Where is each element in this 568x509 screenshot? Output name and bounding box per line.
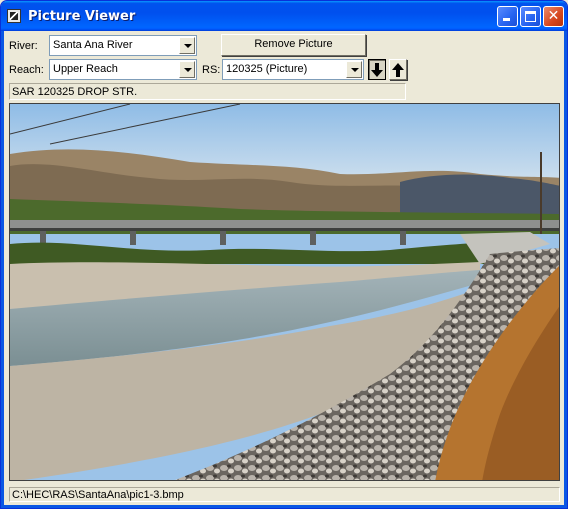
rs-select-value: 120325 (Picture): [226, 63, 308, 75]
close-button[interactable]: ✕: [543, 6, 564, 27]
reach-select-value: Upper Reach: [53, 63, 118, 75]
river-photo-image: [10, 104, 559, 480]
picture-viewer-window: Picture Viewer ✕ River: Santa Ana River …: [0, 0, 568, 509]
river-label: River:: [9, 40, 38, 52]
picture-description-field: SAR 120325 DROP STR.: [9, 83, 406, 100]
river-select-value: Santa Ana River: [53, 39, 133, 51]
chevron-down-icon[interactable]: [179, 61, 195, 78]
file-path-field: C:\HEC\RAS\SantaAna\pic1-3.bmp: [9, 487, 560, 502]
down-arrow-icon: [371, 63, 383, 77]
close-icon: ✕: [547, 8, 560, 24]
maximize-button[interactable]: [520, 6, 541, 27]
maximize-icon: [525, 11, 536, 22]
rs-select[interactable]: 120325 (Picture): [222, 59, 364, 80]
chevron-down-icon[interactable]: [179, 37, 195, 54]
river-photo: [9, 103, 560, 481]
reach-select[interactable]: Upper Reach: [49, 59, 197, 80]
minimize-button[interactable]: [497, 6, 518, 27]
rs-label: RS:: [202, 64, 221, 76]
remove-picture-button-label: Remove Picture: [254, 38, 333, 50]
up-arrow-icon: [392, 63, 404, 77]
next-picture-down-button[interactable]: [368, 59, 386, 80]
minimize-icon: [503, 18, 510, 21]
river-select[interactable]: Santa Ana River: [49, 35, 197, 56]
file-path: C:\HEC\RAS\SantaAna\pic1-3.bmp: [12, 489, 184, 501]
title-bar[interactable]: Picture Viewer ✕: [1, 1, 567, 31]
previous-picture-up-button[interactable]: [389, 59, 407, 80]
reach-label: Reach:: [9, 64, 44, 76]
window-title: Picture Viewer: [28, 9, 136, 24]
app-icon[interactable]: [7, 9, 21, 23]
remove-picture-button[interactable]: Remove Picture: [221, 34, 366, 56]
picture-description: SAR 120325 DROP STR.: [12, 86, 138, 98]
chevron-down-icon[interactable]: [346, 61, 362, 78]
